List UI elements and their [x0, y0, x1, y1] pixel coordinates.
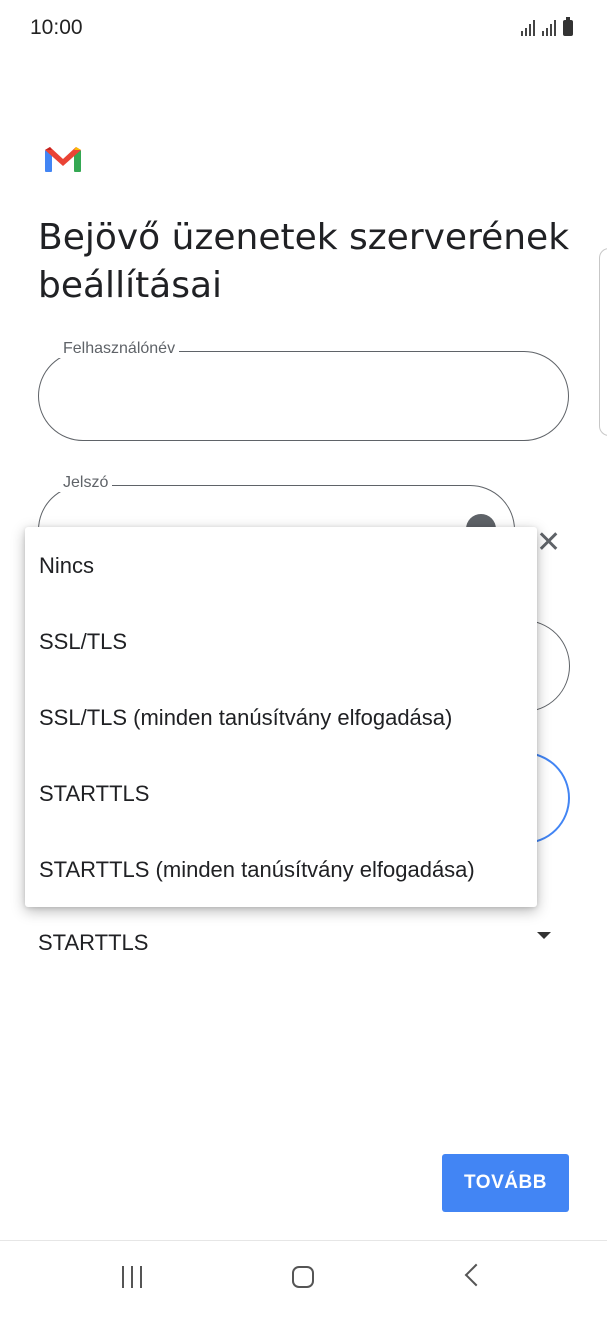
security-dropdown-menu: Nincs SSL/TLS SSL/TLS (minden tanúsítván… [25, 527, 537, 907]
battery-icon [563, 17, 573, 36]
menu-item-starttls[interactable]: STARTTLS [39, 781, 149, 807]
status-icons [521, 17, 573, 36]
page-title: Bejövő üzenetek szerverének beállításai [38, 217, 570, 306]
signal-icon [521, 18, 535, 36]
side-handle [599, 248, 607, 436]
gmail-logo-icon [45, 147, 81, 172]
username-field[interactable]: Felhasználónév [38, 340, 569, 441]
password-label: Jelszó [59, 474, 113, 492]
status-bar: 10:00 [0, 0, 607, 60]
home-icon[interactable] [292, 1266, 314, 1288]
menu-item-starttls-all-certs[interactable]: STARTTLS (minden tanúsítvány elfogadása) [39, 857, 475, 883]
recent-apps-icon[interactable] [122, 1266, 142, 1288]
close-icon[interactable]: ✕ [536, 528, 561, 558]
username-label: Felhasználónév [59, 340, 180, 358]
status-time: 10:00 [30, 16, 83, 39]
dropdown-arrow-icon [537, 932, 551, 939]
menu-item-ssl-tls[interactable]: SSL/TLS [39, 629, 127, 655]
back-icon[interactable] [464, 1263, 488, 1287]
signal-icon-2 [542, 18, 556, 36]
security-type-value: STARTTLS [38, 930, 149, 955]
menu-item-ssl-tls-all-certs[interactable]: SSL/TLS (minden tanúsítvány elfogadása) [39, 705, 452, 731]
next-button[interactable]: TOVÁBB [442, 1154, 569, 1212]
navigation-bar [0, 1240, 607, 1317]
security-type-select[interactable]: STARTTLS [38, 922, 558, 962]
menu-item-none[interactable]: Nincs [39, 553, 94, 579]
